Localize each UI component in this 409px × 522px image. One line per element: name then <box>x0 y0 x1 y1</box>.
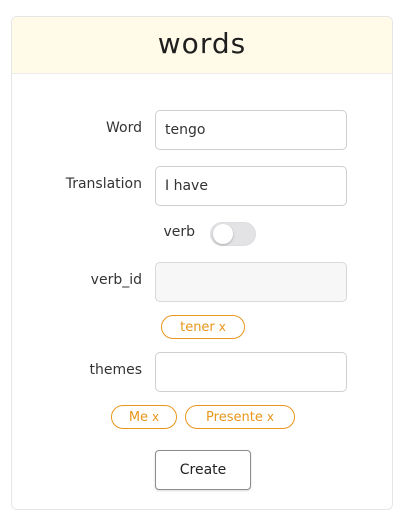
word-input[interactable] <box>155 110 347 150</box>
page-title: words <box>157 26 247 60</box>
words-card: words Word Translation verb verb_id tene… <box>11 16 393 510</box>
themes-label: themes <box>89 362 142 378</box>
verb-id-label: verb_id <box>90 272 142 288</box>
tag-label: tener <box>180 319 215 335</box>
verb-toggle[interactable] <box>210 222 256 246</box>
remove-tag-icon[interactable]: x <box>267 410 274 424</box>
tag-chip: Presente x <box>185 405 295 429</box>
word-label: Word <box>106 120 142 136</box>
card-header: words <box>12 17 392 74</box>
verb-id-input[interactable] <box>155 262 347 302</box>
remove-tag-icon[interactable]: x <box>219 320 226 334</box>
tag-chip: Me x <box>111 405 177 429</box>
create-button[interactable]: Create <box>155 450 251 490</box>
translation-label: Translation <box>65 176 142 192</box>
verb-label: verb <box>163 224 195 240</box>
tag-label: Presente <box>206 409 263 425</box>
translation-input[interactable] <box>155 166 347 206</box>
toggle-knob <box>213 224 233 244</box>
tag-chip: tener x <box>161 315 245 339</box>
remove-tag-icon[interactable]: x <box>152 410 159 424</box>
themes-input[interactable] <box>155 352 347 392</box>
tag-label: Me <box>128 409 149 425</box>
